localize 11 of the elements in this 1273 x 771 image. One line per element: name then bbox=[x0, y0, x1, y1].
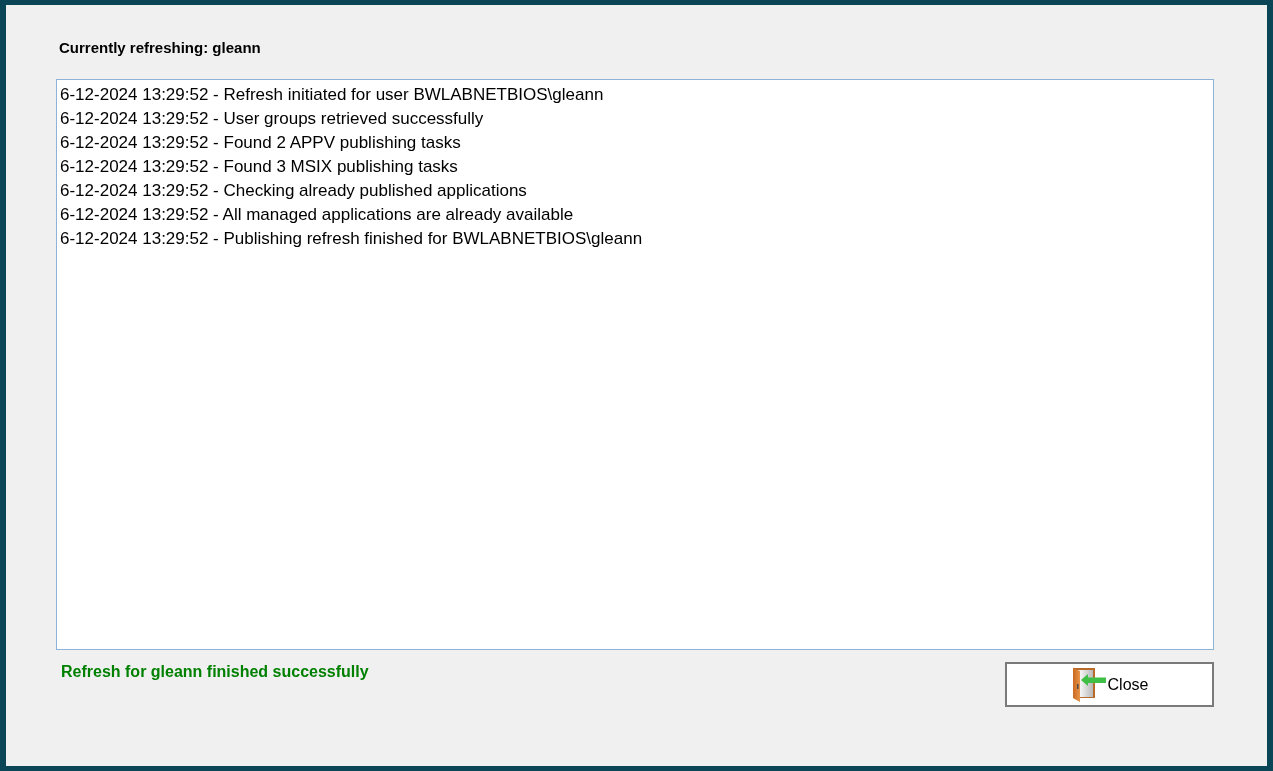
log-line: 6-12-2024 13:29:52 - Found 3 MSIX publishing tasks bbox=[60, 156, 458, 178]
door-exit-icon bbox=[1070, 666, 1107, 703]
log-line: 6-12-2024 13:29:52 - Found 2 APPV publishing tasks bbox=[60, 132, 461, 154]
status-message: Refresh for gleann finished successfully bbox=[61, 663, 369, 681]
log-line: 6-12-2024 13:29:52 - All managed applications are already available bbox=[60, 204, 574, 226]
log-line: 6-12-2024 13:29:52 - Checking already published applications bbox=[60, 180, 527, 202]
log-line: 6-12-2024 13:29:52 - Refresh initiated for user BWLABNETBIOS\gleann bbox=[60, 84, 604, 106]
close-button[interactable]: Close bbox=[1005, 662, 1214, 707]
log-line: 6-12-2024 13:29:52 - User groups retrieved successfully bbox=[60, 108, 484, 130]
current-user-label: Currently refreshing: gleann bbox=[59, 38, 261, 56]
log-line: 6-12-2024 13:29:52 - Publishing refresh finished for BWLABNETBIOS\gleann bbox=[60, 228, 643, 250]
